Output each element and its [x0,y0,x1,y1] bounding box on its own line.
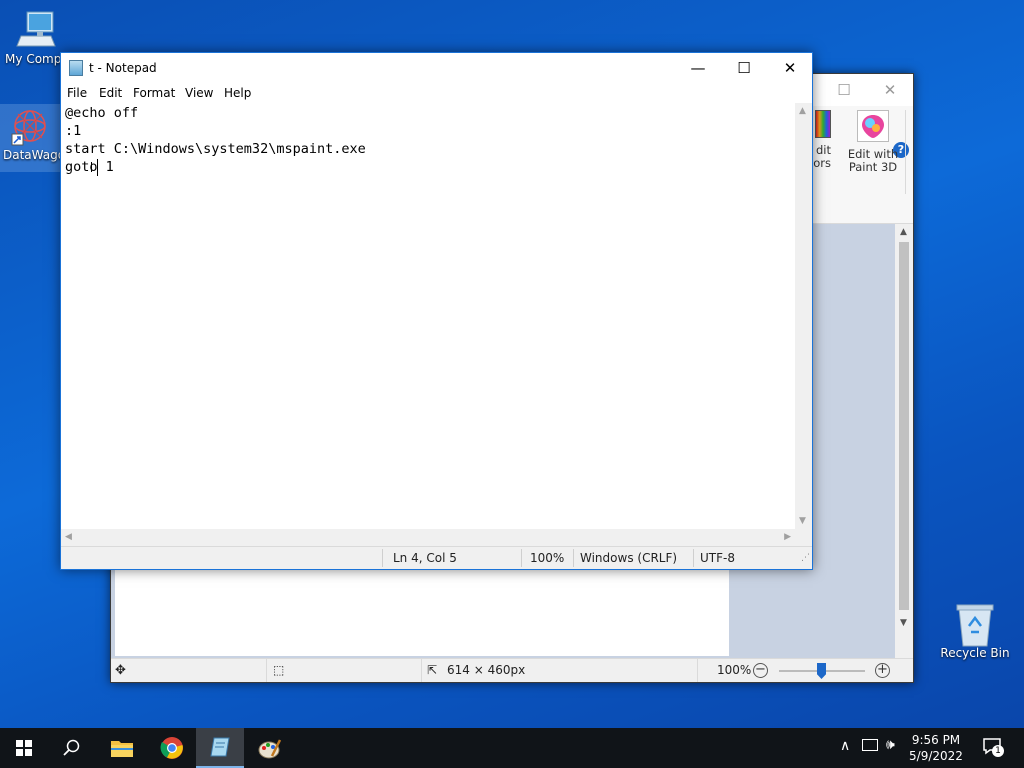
paint-icon [258,739,282,759]
menu-format[interactable]: Format [133,86,175,100]
menu-bar: File Edit Format View Help [61,83,812,103]
selection-size-icon: ⬚ [273,663,285,677]
paint3d-icon [857,110,889,142]
search-button[interactable] [48,728,96,768]
zoom-in-button[interactable]: + [875,663,890,678]
menu-help[interactable]: Help [224,86,251,100]
paint-close-button[interactable]: ✕ [867,80,913,100]
desktop-icon-recycle-bin[interactable]: Recycle Bin [938,602,1012,660]
notepad-window[interactable]: t - Notepad — ☐ ✕ File Edit Format View … [60,52,813,570]
text-editor[interactable]: @echo off :1 start C:\Windows\system32\m… [61,103,795,529]
status-divider [693,549,694,567]
notepad-icon [69,60,83,76]
edit-with-paint3d-button[interactable]: Edit with Paint 3D [844,110,902,174]
minimize-button[interactable]: — [675,53,721,83]
text-line: :1 [65,123,82,139]
notepad-titlebar[interactable]: t - Notepad — ☐ ✕ [61,53,812,83]
window-title: t - Notepad [89,61,157,75]
clock-date: 5/9/2022 [909,749,963,763]
resize-grip-icon[interactable]: ⋰ [801,553,810,563]
show-hidden-icons-chevron-icon[interactable]: ∧ [840,738,850,754]
notepad-icon [210,737,230,757]
image-size: 614 × 460px [447,663,526,677]
maximize-button[interactable]: ☐ [721,53,767,83]
status-bar: Ln 4, Col 5 100% Windows (CRLF) UTF-8 ⋰ [61,546,812,569]
paint3d-label-2: Paint 3D [848,160,898,174]
desktop-icon-label: DataWago [3,148,66,162]
status-divider [421,659,422,682]
scroll-up-icon[interactable]: ▲ [900,227,907,237]
text-line: @echo off [65,105,139,121]
edit-colors-icon [815,110,831,138]
network-icon[interactable] [862,739,878,751]
scrollbar-corner [795,529,812,546]
system-tray: ∧ 🕪 9:56 PM 5/9/2022 1 [838,728,1024,768]
encoding: UTF-8 [700,551,735,565]
paint-vertical-scrollbar[interactable]: ▲ ▼ [895,224,913,658]
paint-status-bar: ✥ ⬚ ⇱ 614 × 460px 100% − + [111,658,913,682]
clock-time: 9:56 PM [911,733,961,747]
menu-view[interactable]: View [185,86,213,100]
desktop-icon-datawago[interactable]: DataWago [0,104,66,172]
taskbar-chrome[interactable] [148,728,196,768]
menu-file[interactable]: File [67,86,87,100]
desktop-icon-label: Recycle Bin [940,646,1010,660]
taskbar-notepad[interactable] [196,728,244,768]
horizontal-scrollbar[interactable]: ◀ ▶ [61,529,795,546]
computer-icon [15,10,59,50]
taskbar: ∧ 🕪 9:56 PM 5/9/2022 1 [0,728,1024,768]
recycle-bin-icon [953,602,997,647]
zoom-level: 100% [717,663,752,677]
scroll-right-icon[interactable]: ▶ [784,532,791,542]
paint-maximize-button[interactable]: ☐ [821,80,867,100]
status-divider [521,549,522,567]
scroll-up-icon[interactable]: ▲ [799,106,806,116]
clock[interactable]: 9:56 PM 5/9/2022 [906,732,966,764]
scroll-down-icon[interactable]: ▼ [799,516,806,526]
line-ending: Windows (CRLF) [580,551,678,565]
cursor-move-icon: ✥ [115,663,126,678]
status-divider [573,549,574,567]
cursor-position: Ln 4, Col 5 [393,551,457,565]
datawago-icon [10,106,50,146]
folder-icon [111,741,133,757]
taskbar-file-explorer[interactable] [98,728,146,768]
volume-icon[interactable]: 🕪 [886,737,895,753]
zoom-level: 100% [530,551,565,565]
mouse-pointer [91,162,99,172]
start-button[interactable] [0,728,48,768]
image-size-icon: ⇱ [427,663,438,677]
ribbon-divider [905,110,906,194]
search-icon [63,739,80,756]
scroll-thumb[interactable] [899,242,909,610]
zoom-slider-thumb[interactable] [817,663,826,679]
text-line: start C:\Windows\system32\mspaint.exe [65,141,366,157]
menu-edit[interactable]: Edit [99,86,122,100]
status-divider [266,659,267,682]
scroll-down-icon[interactable]: ▼ [900,618,907,628]
vertical-scrollbar[interactable]: ▲ ▼ [795,103,812,529]
status-divider [382,549,383,567]
notification-count-badge: 1 [992,745,1004,757]
action-center-button[interactable]: 1 [982,736,1004,757]
text-line: goto 1 [65,159,114,175]
windows-icon [16,740,32,756]
taskbar-paint[interactable] [246,728,294,768]
close-button[interactable]: ✕ [767,53,813,83]
zoom-out-button[interactable]: − [753,663,768,678]
chrome-icon [160,737,183,759]
scroll-left-icon[interactable]: ◀ [65,532,72,542]
status-divider [697,659,698,682]
